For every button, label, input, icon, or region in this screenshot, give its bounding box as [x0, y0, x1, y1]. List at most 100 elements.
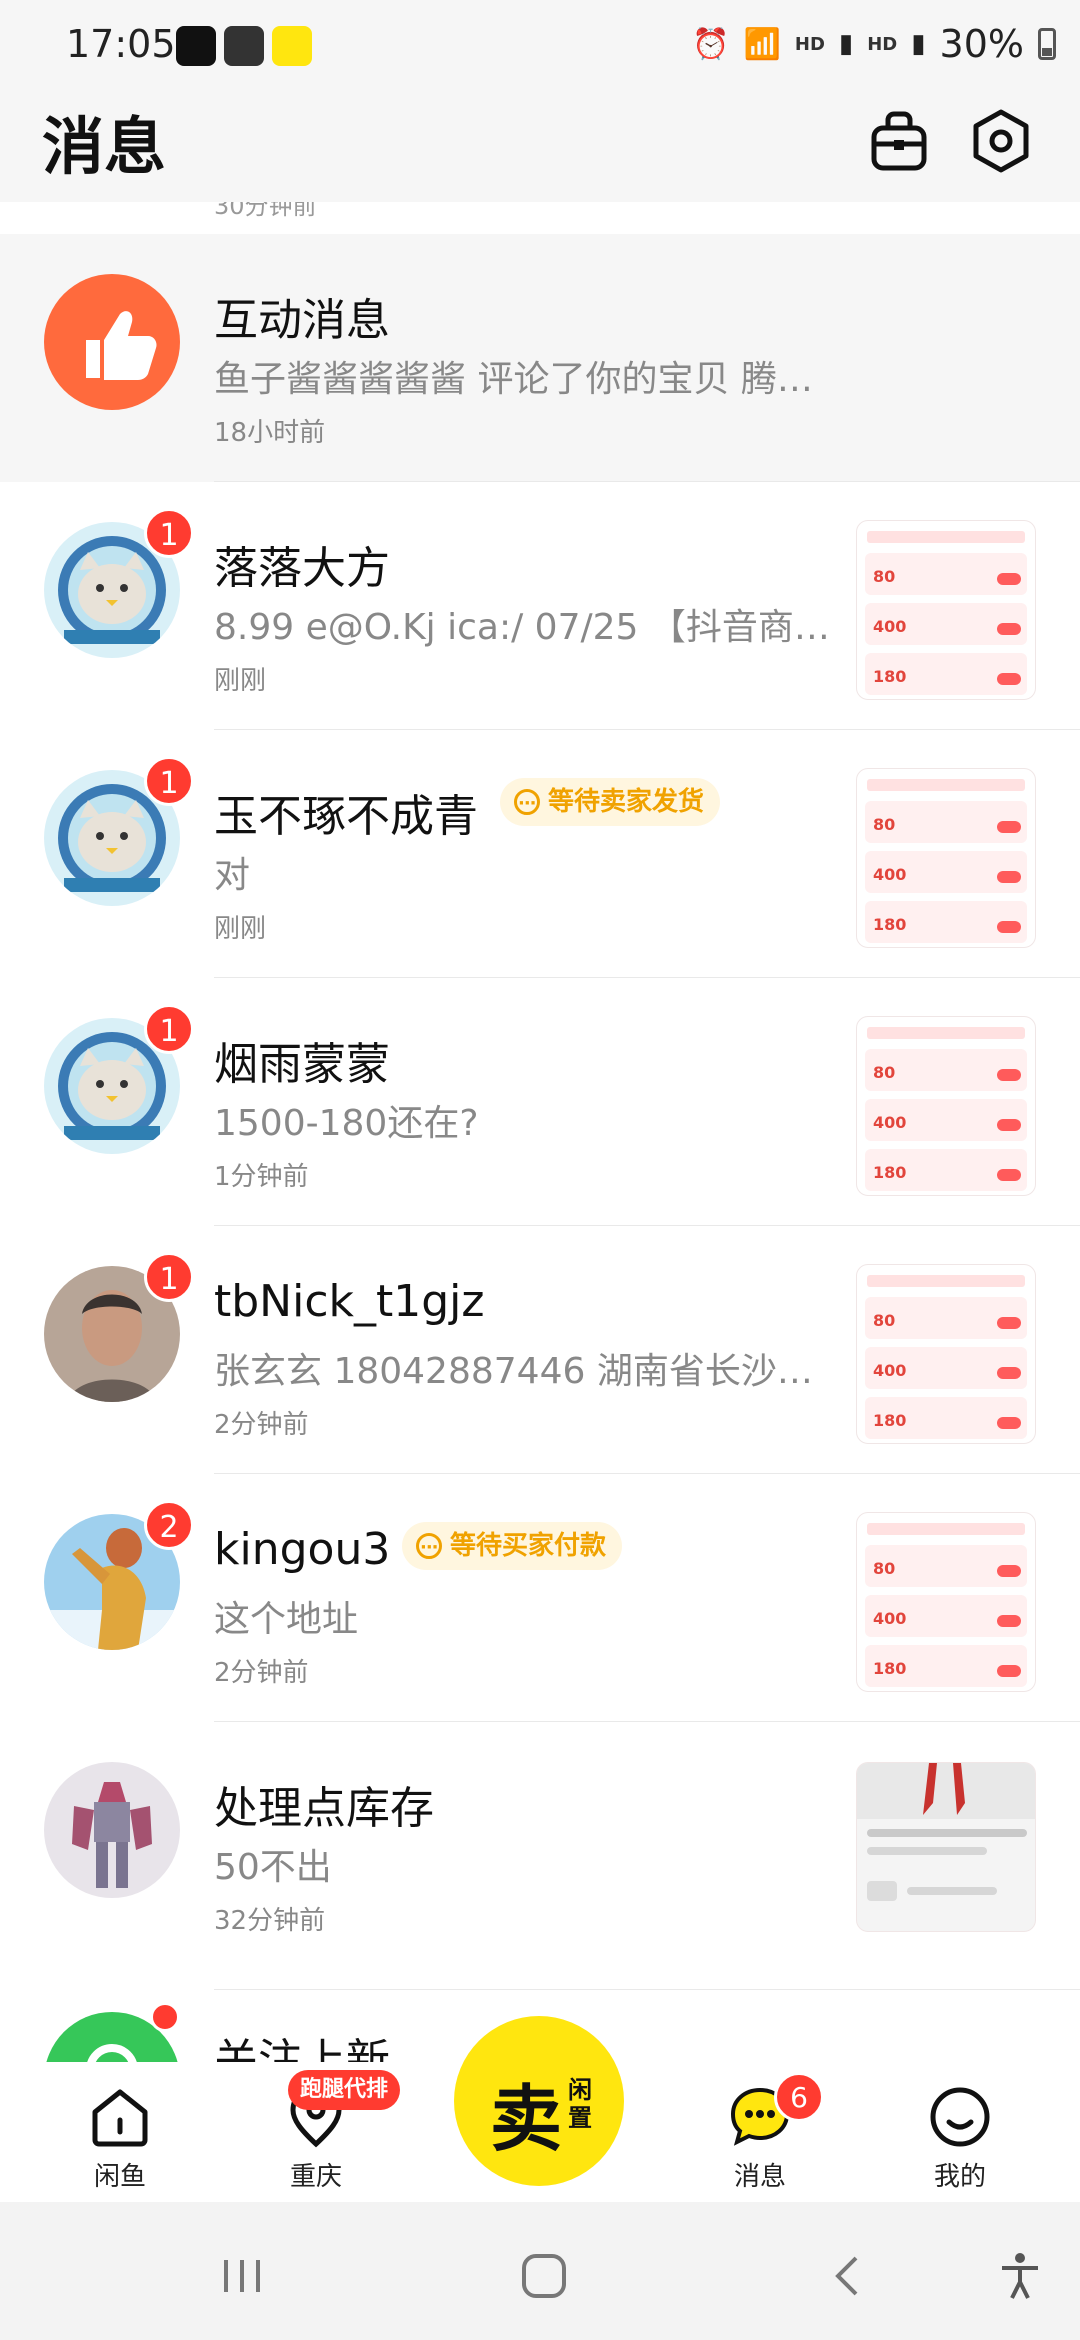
thumb-button — [997, 1069, 1021, 1081]
home-circle-icon[interactable] — [514, 2246, 574, 2306]
conversation-preview: 1500-180还在? — [214, 1103, 479, 1144]
order-status-text: 等待买家付款 — [450, 1531, 607, 1561]
thumb-header — [867, 531, 1025, 543]
conversation-time: 2分钟前 — [214, 1410, 309, 1440]
settings-icon[interactable] — [966, 106, 1036, 176]
thumb-price: 180 — [873, 1163, 907, 1182]
unread-dot — [150, 2002, 180, 2032]
status-bar: 17:05 ⏰ 📶 HD ▮ HD ▮ 30% — [0, 0, 1080, 92]
wifi-icon: 📶 — [743, 26, 781, 62]
conversation-row[interactable]: 1 落落大方 8.99 e@O.Kj ica:/ 07/25 【抖音商… 刚刚 … — [0, 482, 1080, 730]
conversation-time: 32分钟前 — [214, 1906, 326, 1936]
conversation-row[interactable]: 1 烟雨蒙蒙 1500-180还在? 1分钟前 80 400 180 — [0, 978, 1080, 1226]
xianyu-app-icon — [272, 26, 312, 66]
status-icons: ⏰ 📶 HD ▮ HD ▮ 30% — [692, 22, 1056, 66]
item-thumbnail: 80 400 180 — [856, 1512, 1036, 1692]
home-icon — [92, 2089, 148, 2147]
thumb-price: 80 — [873, 815, 896, 834]
conversation-name: 玉不琢不成青 — [214, 791, 478, 842]
thumb-button — [997, 821, 1021, 833]
conversation-row[interactable]: 处理点库存 50不出 32分钟前 — [0, 1722, 1080, 1990]
status-time: 17:05 — [66, 22, 176, 66]
thumb-header — [867, 1275, 1025, 1287]
profile-icon — [930, 2087, 990, 2147]
thumb-price: 180 — [873, 1659, 907, 1678]
battery-percent: 30% — [939, 22, 1024, 66]
battery-icon — [1038, 28, 1056, 60]
alarm-icon: ⏰ — [692, 26, 730, 62]
order-status-tag: 等待买家付款 — [402, 1522, 623, 1572]
conversation-name: 落落大方 — [214, 543, 390, 594]
conversation-time: 刚刚 — [214, 666, 267, 696]
conversation-name: 关注上新 — [214, 2035, 390, 2062]
conversation-row[interactable]: 1 玉不琢不成青 等待卖家发货 对 刚刚 80 400 180 — [0, 730, 1080, 978]
thumb-price: 80 — [873, 1311, 896, 1330]
conversation-preview: 对 — [214, 855, 251, 896]
conversation-preview: 50不出 — [214, 1847, 332, 1888]
page-header: 消息 — [0, 92, 1080, 202]
conversation-row[interactable]: 2 kingou3 等待买家付款 这个地址 2分钟前 80 400 180 — [0, 1474, 1080, 1722]
conversation-list[interactable]: 30分钟前 互动消息 鱼子酱酱酱酱酱 评论了你的宝贝 腾… 18小时前 1 落落… — [0, 202, 1080, 2062]
unread-badge: 1 — [144, 756, 194, 806]
item-thumbnail: 80 400 180 — [856, 768, 1036, 948]
back-icon[interactable] — [818, 2246, 878, 2306]
conversation-name: 互动消息 — [214, 295, 390, 346]
thumb-button — [997, 573, 1021, 585]
app-screen: 17:05 ⏰ 📶 HD ▮ HD ▮ 30% 消息 30分钟前 互动消息 鱼子… — [0, 0, 1080, 2340]
item-thumbnail — [856, 1762, 1036, 1932]
tab-profile[interactable]: 我的 — [900, 2082, 1020, 2193]
tab-home[interactable]: 闲鱼 — [60, 2082, 180, 2193]
thumb-price: 80 — [873, 1559, 896, 1578]
signal-icon-1: ▮ — [838, 29, 854, 59]
conversation-row-interactions[interactable]: 互动消息 鱼子酱酱酱酱酱 评论了你的宝贝 腾… 18小时前 — [0, 234, 1080, 482]
thumb-price: 400 — [873, 865, 907, 884]
conversation-preview: 这个地址 — [214, 1599, 359, 1640]
bag-icon[interactable] — [864, 106, 934, 176]
conversation-time: 18小时前 — [214, 418, 326, 448]
unread-badge: 2 — [144, 1500, 194, 1550]
accessibility-icon[interactable] — [990, 2246, 1050, 2306]
conversation-time: 刚刚 — [214, 914, 267, 944]
thumb-price: 400 — [873, 1609, 907, 1628]
thumb-button — [997, 871, 1021, 883]
conversation-time: 2分钟前 — [214, 1658, 309, 1688]
gallery-app-icon — [224, 26, 264, 66]
network-label-1: HD — [794, 33, 825, 55]
system-navigation-bar — [0, 2202, 1080, 2340]
tab-label: 闲鱼 — [93, 2162, 146, 2192]
conversation-name: tbNick_t1gjz — [214, 1276, 485, 1327]
tiktok-app-icon — [176, 26, 216, 66]
order-status-tag: 等待卖家发货 — [500, 778, 721, 828]
item-thumbnail: 80 400 180 — [856, 520, 1036, 700]
conversation-preview: 8.99 e@O.Kj ica:/ 07/25 【抖音商… — [214, 607, 830, 648]
thumb-header — [867, 1523, 1025, 1535]
thumb-button — [997, 1169, 1021, 1181]
conversation-row[interactable]: 1 tbNick_t1gjz 张玄玄 18042887446 湖南省长沙… 2分… — [0, 1226, 1080, 1474]
thumb-header — [867, 1027, 1025, 1039]
thumb-button — [997, 1417, 1021, 1429]
conversation-time: 1分钟前 — [214, 1162, 309, 1192]
thumbs-up-icon — [44, 274, 180, 410]
thumb-price: 400 — [873, 1361, 907, 1380]
thumb-button — [997, 1665, 1021, 1677]
order-status-text: 等待卖家发货 — [548, 787, 705, 817]
thumb-price: 80 — [873, 567, 896, 586]
messages-count-badge: 6 — [774, 2072, 824, 2122]
thumb-button — [997, 1565, 1021, 1577]
thumb-price: 180 — [873, 915, 907, 934]
conversation-name: kingou3 — [214, 1524, 391, 1575]
conversation-name: 处理点库存 — [214, 1783, 434, 1834]
thumb-price: 180 — [873, 667, 907, 686]
thumb-button — [997, 1615, 1021, 1627]
thumb-button — [997, 921, 1021, 933]
sell-button[interactable]: 卖 闲置 — [454, 2016, 624, 2186]
thumb-price: 400 — [873, 1113, 907, 1132]
thumb-button — [997, 673, 1021, 685]
thumb-button — [997, 1367, 1021, 1379]
recents-icon[interactable] — [212, 2246, 272, 2306]
tab-label: 我的 — [933, 2162, 986, 2192]
scrolled-time: 30分钟前 — [214, 202, 317, 220]
errand-tag: 跑腿代排 — [288, 2070, 401, 2110]
page-title: 消息 — [42, 110, 167, 183]
conversation-preview: 鱼子酱酱酱酱酱 评论了你的宝贝 腾… — [214, 359, 813, 400]
